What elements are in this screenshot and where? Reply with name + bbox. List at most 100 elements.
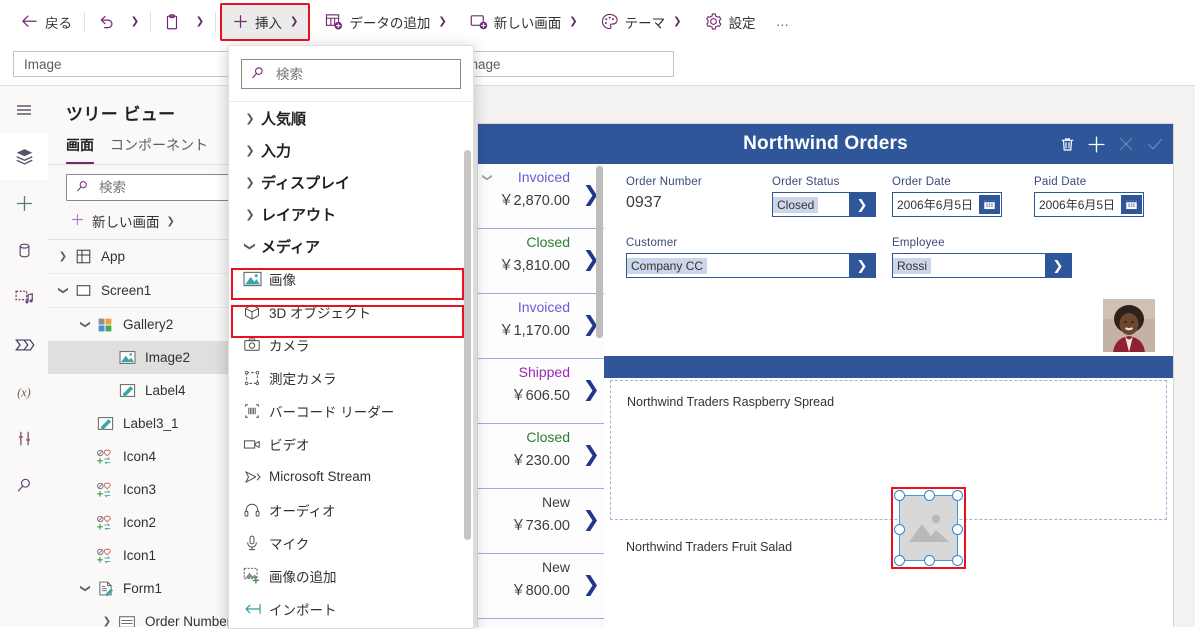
tree-search-input[interactable] [97, 179, 241, 196]
insert-search-box[interactable] [241, 59, 461, 89]
gallery-item[interactable]: New ￥736.00 ❯ [478, 489, 604, 554]
settings-button[interactable]: 設定 [696, 7, 764, 37]
control-name-field-secondary[interactable]: Image [452, 51, 674, 77]
gallery-scrollbar[interactable] [596, 166, 603, 338]
insert-group-0[interactable]: ❯ 人気順 [229, 102, 473, 134]
cancel-icon[interactable] [1116, 134, 1136, 154]
insert-item-11[interactable]: エクスポート [229, 625, 473, 628]
insert-item-1[interactable]: 3D オブジェクト [229, 295, 473, 328]
video-icon [239, 436, 265, 452]
resize-handle-s[interactable] [924, 555, 935, 566]
selected-image-control[interactable] [891, 487, 966, 569]
resize-handle-n[interactable] [924, 490, 935, 501]
order-status-dropdown[interactable]: Closed ❯ [772, 192, 876, 217]
insert-item-6[interactable]: Microsoft Stream [229, 460, 473, 493]
chevron-down-icon[interactable]: ❯ [1045, 254, 1071, 277]
chevron-right-icon[interactable]: ❯ [54, 251, 72, 262]
insert-search-input[interactable] [274, 65, 452, 83]
resize-handle-nw[interactable] [894, 490, 905, 501]
add-data-button[interactable]: データの追加 ❯ [316, 7, 454, 37]
chevron-down-icon[interactable]: ❯ [80, 580, 91, 598]
resize-handle-sw[interactable] [894, 555, 905, 566]
theme-button[interactable]: テーマ ❯ [592, 7, 690, 37]
overflow-button[interactable]: … [768, 7, 799, 37]
sidebar-item-data[interactable] [0, 227, 48, 274]
insert-item-3[interactable]: 測定カメラ [229, 361, 473, 394]
trash-icon[interactable] [1058, 135, 1077, 154]
chevron-right-icon[interactable]: ❯ [98, 616, 116, 627]
add-icon[interactable] [1086, 134, 1107, 155]
chevron-right-icon[interactable]: ❯ [582, 509, 600, 530]
undo-dropdown[interactable]: ❯ [124, 7, 146, 37]
insert-item-10[interactable]: インポート [229, 592, 473, 625]
sidebar-item-power-automate[interactable] [0, 321, 48, 368]
insert-item-9[interactable]: 画像の追加 [229, 559, 473, 592]
insert-button[interactable]: 挿入 ❯ [220, 2, 311, 41]
sidebar-item-variables[interactable]: (x) [0, 368, 48, 415]
gallery-item[interactable]: Closed ￥3,810.00 ❯ [478, 229, 604, 294]
chevron-down-icon[interactable]: ❯ [58, 282, 69, 300]
sidebar-item-insert[interactable] [0, 180, 48, 227]
tab-screens[interactable]: 画面 [66, 133, 94, 164]
insert-item-4[interactable]: バーコード リーダー [229, 394, 473, 427]
confirm-icon[interactable] [1145, 134, 1165, 154]
sidebar-item-tree-view[interactable] [0, 133, 48, 180]
chevron-down-icon[interactable]: ❯ [80, 316, 91, 334]
insert-item-2[interactable]: カメラ [229, 328, 473, 361]
cube-icon [239, 303, 265, 321]
sidebar-item-advanced-tools[interactable] [0, 415, 48, 462]
chevron-right-icon[interactable]: ❯ [582, 379, 600, 400]
gallery-item-amount: ￥2,870.00 [499, 193, 570, 209]
calendar-icon[interactable] [979, 195, 1000, 214]
undo-button[interactable] [89, 7, 124, 37]
detail-card[interactable]: Northwind Traders Raspberry Spread [610, 380, 1167, 520]
order-date-field[interactable]: 2006年6月5日 [892, 192, 1002, 217]
insert-item-7[interactable]: オーディオ [229, 493, 473, 526]
image-icon [116, 350, 138, 365]
back-label: 戻る [45, 15, 72, 31]
gallery-item[interactable]: Closed ￥230.00 ❯ [478, 424, 604, 489]
sidebar-item-search[interactable] [0, 462, 48, 509]
paste-button[interactable] [155, 7, 189, 37]
calendar-icon[interactable] [1121, 195, 1142, 214]
resize-handle-w[interactable] [894, 524, 905, 535]
insert-group-4[interactable]: ❯ メディア [229, 230, 473, 262]
chevron-right-icon[interactable]: ❯ [582, 574, 600, 595]
hamburger-icon[interactable] [0, 86, 48, 133]
order-status-value: Closed [773, 196, 819, 213]
control-name-field[interactable]: Image [13, 51, 235, 77]
order-gallery[interactable]: ❯ Invoiced ￥2,870.00 ❯ Closed ￥3,810.00 ❯ Invoi… [478, 164, 604, 627]
insert-group-1[interactable]: ❯ 入力 [229, 134, 473, 166]
insert-group-label: ディスプレイ [261, 174, 350, 192]
paste-dropdown[interactable]: ❯ [189, 7, 211, 37]
add-data-label: データの追加 [349, 15, 431, 31]
insert-group-3[interactable]: ❯ レイアウト [229, 198, 473, 230]
insert-item-8[interactable]: マイク [229, 526, 473, 559]
employee-dropdown[interactable]: Rossi ❯ [892, 253, 1072, 278]
insert-menu-scrollbar[interactable] [464, 150, 471, 540]
gallery-item[interactable]: Shipped ￥606.50 ❯ [478, 359, 604, 424]
back-button[interactable]: 戻る [12, 7, 80, 37]
datacard-icon [116, 615, 138, 627]
insert-item-5[interactable]: ビデオ [229, 427, 473, 460]
sidebar-item-media[interactable] [0, 274, 48, 321]
insert-item-0[interactable]: 画像 [229, 262, 473, 295]
resize-handle-ne[interactable] [952, 490, 963, 501]
customer-dropdown[interactable]: Company CC ❯ [626, 253, 876, 278]
resize-handle-e[interactable] [952, 524, 963, 535]
paid-date-field[interactable]: 2006年6月5日 [1034, 192, 1144, 217]
gallery-item-amount: ￥606.50 [511, 388, 570, 404]
gallery-item[interactable]: New ￥800.00 ❯ [478, 554, 604, 619]
tab-components[interactable]: コンポーネント [110, 133, 208, 164]
resize-handle-se[interactable] [952, 555, 963, 566]
gallery-item[interactable]: ❯ Invoiced ￥2,870.00 ❯ [478, 164, 604, 229]
new-screen-button[interactable]: 新しい画面 ❯ [461, 7, 586, 37]
chevron-down-icon[interactable]: ❯ [849, 193, 875, 216]
command-bar: 戻る ❯ ❯ 挿入 ❯ データの追加 ❯ 新しい画面 ❯ テーマ ❯ 設定 … [0, 0, 1195, 43]
tree-search-box[interactable] [66, 174, 250, 201]
insert-group-2[interactable]: ❯ ディスプレイ [229, 166, 473, 198]
chevron-right-icon[interactable]: ❯ [582, 444, 600, 465]
gallery-item[interactable]: Invoiced ￥1,170.00 ❯ [478, 294, 604, 359]
chevron-down-icon[interactable]: ❯ [849, 254, 875, 277]
order-detail-gallery[interactable]: Northwind Traders Raspberry Spread North… [604, 380, 1173, 580]
